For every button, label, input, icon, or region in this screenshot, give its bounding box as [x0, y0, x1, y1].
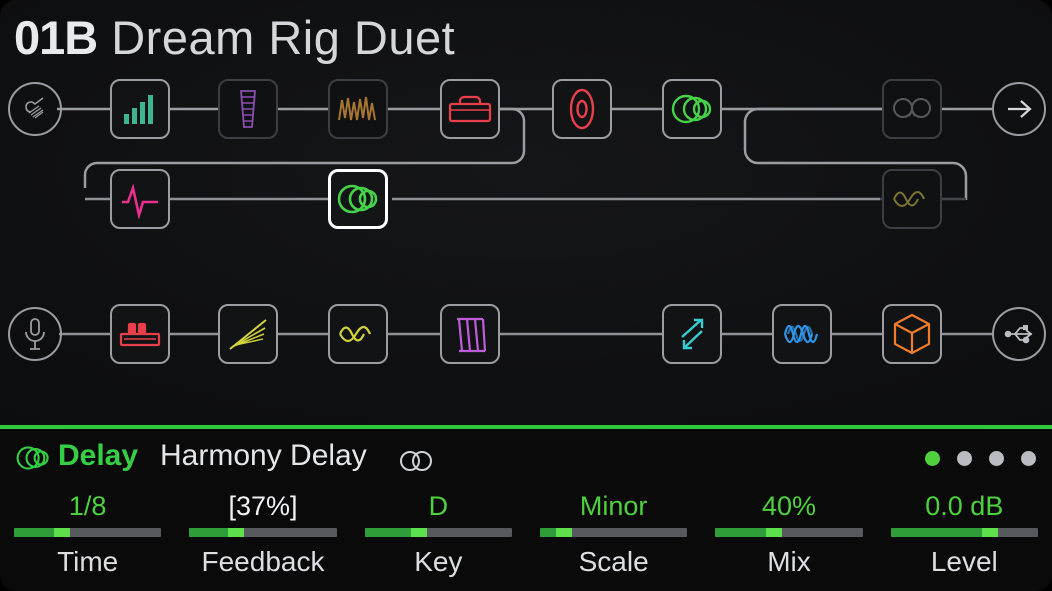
block-delay[interactable]	[662, 79, 722, 139]
param-bar[interactable]	[890, 528, 1038, 537]
param-value: 0.0 dB	[925, 490, 1004, 521]
param-label: Level	[930, 546, 998, 577]
param-level[interactable]: 0.0 dB Level	[877, 487, 1052, 591]
signal-chain-area: 01B Dream Rig Duet	[0, 0, 1052, 425]
block-delay-2-selected[interactable]	[328, 169, 388, 229]
param-bar[interactable]	[539, 528, 688, 537]
page-indicator[interactable]	[925, 451, 1036, 466]
page-dot-3[interactable]	[989, 451, 1004, 466]
block-modulation[interactable]	[882, 169, 942, 229]
block-distortion[interactable]	[328, 79, 388, 139]
param-value: D	[428, 490, 449, 521]
param-value: 40%	[761, 490, 816, 521]
panel-header: Delay Harmony Delay	[0, 429, 1052, 487]
param-value: 1/8	[68, 490, 107, 521]
block-cabinet[interactable]	[552, 79, 612, 139]
usb-output-icon[interactable]	[992, 307, 1046, 361]
block-preamp[interactable]	[110, 304, 170, 364]
stereo-icon	[398, 449, 434, 478]
output-arrow-icon[interactable]	[992, 82, 1046, 136]
block-de-esser[interactable]	[328, 304, 388, 364]
page-dot-1[interactable]	[925, 451, 940, 466]
block-pitch[interactable]	[110, 169, 170, 229]
effect-model: Harmony Delay	[160, 439, 367, 472]
guitar-input-icon[interactable]	[8, 82, 62, 136]
param-mix[interactable]: 40% Mix	[701, 487, 876, 591]
block-compressor[interactable]	[110, 79, 170, 139]
page-dot-4[interactable]	[1021, 451, 1036, 466]
preset-number: 01B	[14, 10, 98, 64]
param-bar[interactable]	[364, 528, 512, 537]
param-bar[interactable]	[715, 528, 863, 537]
block-doubler[interactable]	[662, 304, 722, 364]
param-label: Time	[57, 546, 119, 577]
microphone-input-icon[interactable]	[8, 307, 62, 361]
device-screen: 01B Dream Rig Duet Delay Harmony Delay 1…	[0, 0, 1052, 591]
parameter-row: 1/8 Time [37%] Feedback D Key Minor Scal…	[0, 487, 1052, 591]
block-reverb[interactable]	[882, 79, 942, 139]
param-key[interactable]: D Key	[351, 487, 526, 591]
parameter-panel: Delay Harmony Delay 1/8 Time [37%] Feedb…	[0, 425, 1052, 591]
param-label: Key	[414, 546, 463, 577]
param-feedback[interactable]: [37%] Feedback	[175, 487, 350, 591]
param-value: [37%]	[228, 490, 298, 521]
block-vocal-eq[interactable]	[440, 304, 500, 364]
param-label: Feedback	[201, 546, 325, 577]
param-label: Mix	[767, 546, 811, 577]
block-chorus[interactable]	[772, 304, 832, 364]
delay-circles-icon	[16, 441, 50, 480]
block-equalizer[interactable]	[218, 79, 278, 139]
page-dot-2[interactable]	[957, 451, 972, 466]
block-space[interactable]	[882, 304, 942, 364]
preset-title: 01B Dream Rig Duet	[14, 6, 455, 68]
effect-category: Delay	[58, 439, 139, 472]
param-bar[interactable]	[189, 528, 337, 537]
block-expander[interactable]	[218, 304, 278, 364]
block-amplifier[interactable]	[440, 79, 500, 139]
param-value: Minor	[579, 490, 648, 521]
preset-name: Dream Rig Duet	[111, 10, 456, 64]
param-bar[interactable]	[14, 528, 162, 537]
param-scale[interactable]: Minor Scale	[526, 487, 701, 591]
param-time[interactable]: 1/8 Time	[0, 487, 175, 591]
param-label: Scale	[578, 546, 649, 577]
